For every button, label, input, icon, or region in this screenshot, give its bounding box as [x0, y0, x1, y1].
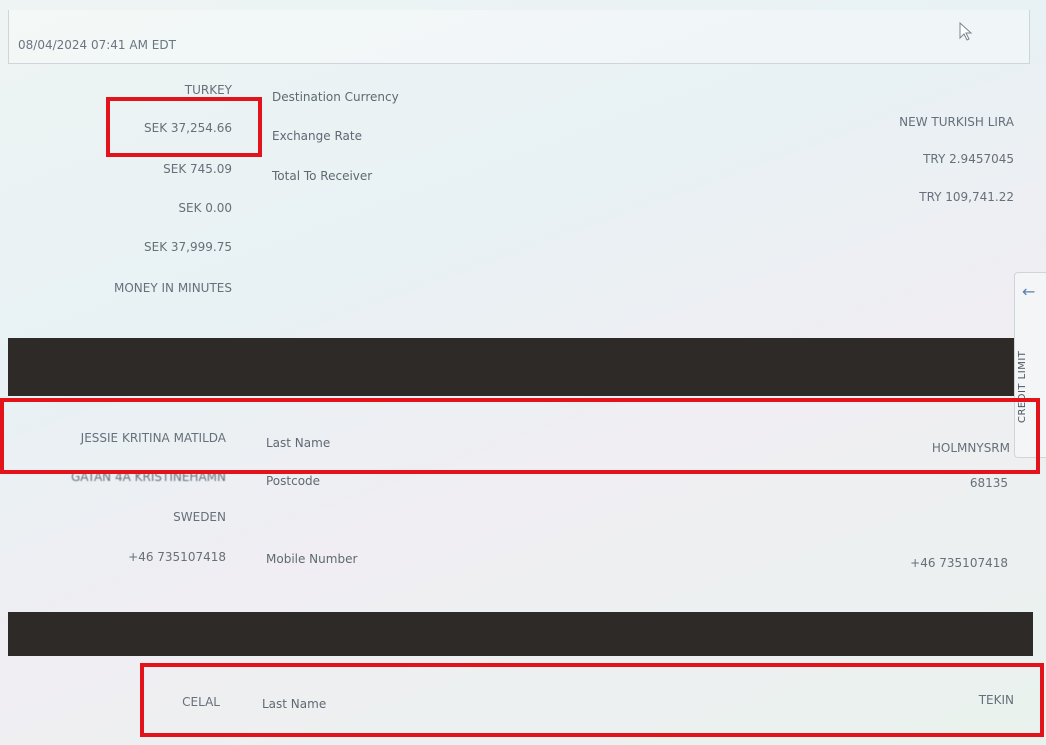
- timestamp: 08/04/2024 07:41 AM EDT: [18, 38, 176, 52]
- highlight-box-receiver: [140, 663, 1044, 737]
- exchange-rate-value: TRY 2.9457045: [923, 152, 1014, 166]
- highlight-box-sender: [0, 398, 1040, 474]
- destination-country: TURKEY: [184, 83, 232, 97]
- sender-phone: +46 735107418: [128, 550, 226, 564]
- sender-postcode: 68135: [969, 476, 1008, 490]
- mouse-cursor-icon: [959, 22, 973, 41]
- service-type: MONEY IN MINUTES: [113, 281, 232, 295]
- arrow-left-icon[interactable]: ←: [1022, 282, 1035, 301]
- fee-amount: SEK 745.09: [163, 162, 232, 176]
- total-to-receiver-value: TRY 109,741.22: [919, 190, 1014, 204]
- discount-amount: SEK 0.00: [178, 201, 232, 215]
- highlight-box-amount: [106, 97, 262, 157]
- sender-mobile-label: Mobile Number: [266, 552, 358, 566]
- exchange-rate-label: Exchange Rate: [272, 129, 362, 143]
- section-divider-band-2: [8, 612, 1033, 656]
- sender-postcode-label: Postcode: [266, 474, 321, 488]
- total-to-receiver-label: Total To Receiver: [272, 169, 373, 183]
- screen: 08/04/2024 07:41 AM EDT TURKEY SEK 37,25…: [0, 0, 1046, 745]
- sender-country: SWEDEN: [173, 510, 226, 524]
- header-bar: [8, 10, 1030, 64]
- sender-mobile: +46 735107418: [910, 556, 1008, 570]
- destination-currency-label: Destination Currency: [272, 90, 399, 104]
- section-divider-band: [8, 338, 1033, 396]
- destination-currency-value: NEW TURKISH LIRA: [899, 115, 1014, 129]
- total-amount: SEK 37,999.75: [144, 240, 232, 254]
